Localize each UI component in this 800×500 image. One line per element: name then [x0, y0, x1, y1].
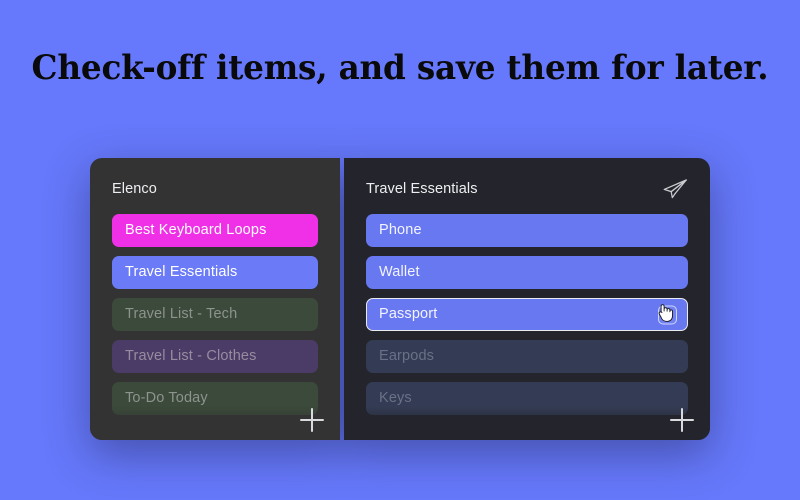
- add-item-button[interactable]: [670, 408, 694, 432]
- list-row[interactable]: Travel List - Tech: [112, 298, 318, 331]
- item-checkbox[interactable]: [658, 305, 677, 324]
- items-panel-header: Travel Essentials: [366, 178, 688, 200]
- items-collection: Phone Wallet Passport Earpods Keys: [366, 214, 688, 415]
- app-window: Elenco Best Keyboard Loops Travel Essenti…: [90, 158, 710, 440]
- screenshot-canvas: Check-off items, and save them for later…: [0, 0, 800, 500]
- item-row[interactable]: Earpods: [366, 340, 688, 373]
- items-panel: Travel Essentials Phone Wallet Passport Ear…: [344, 158, 710, 440]
- item-row-label: Wallet: [379, 263, 420, 280]
- list-row-label: Best Keyboard Loops: [125, 221, 267, 238]
- list-row[interactable]: Travel List - Clothes: [112, 340, 318, 373]
- paper-plane-icon[interactable]: [662, 178, 688, 200]
- list-row-label: Travel List - Tech: [125, 305, 238, 322]
- list-row-label: Travel Essentials: [125, 263, 238, 280]
- item-row-label: Keys: [379, 389, 412, 406]
- lists-collection: Best Keyboard Loops Travel Essentials Trav…: [112, 214, 318, 415]
- lists-panel: Elenco Best Keyboard Loops Travel Essenti…: [90, 158, 340, 440]
- lists-panel-title: Elenco: [112, 180, 157, 197]
- list-row[interactable]: Best Keyboard Loops: [112, 214, 318, 247]
- page-title: Check-off items, and save them for later…: [31, 48, 769, 88]
- item-row-label: Passport: [379, 305, 438, 322]
- lists-panel-header: Elenco: [112, 178, 318, 200]
- item-row-label: Earpods: [379, 347, 435, 364]
- items-panel-title: Travel Essentials: [366, 180, 478, 197]
- item-row[interactable]: Passport: [366, 298, 688, 331]
- list-row[interactable]: Travel Essentials: [112, 256, 318, 289]
- list-row-label: Travel List - Clothes: [125, 347, 257, 364]
- item-row[interactable]: Phone: [366, 214, 688, 247]
- add-list-button[interactable]: [300, 408, 324, 432]
- item-row-label: Phone: [379, 221, 422, 238]
- list-row[interactable]: To-Do Today: [112, 382, 318, 415]
- item-row[interactable]: Keys: [366, 382, 688, 415]
- item-row[interactable]: Wallet: [366, 256, 688, 289]
- list-row-label: To-Do Today: [125, 389, 208, 406]
